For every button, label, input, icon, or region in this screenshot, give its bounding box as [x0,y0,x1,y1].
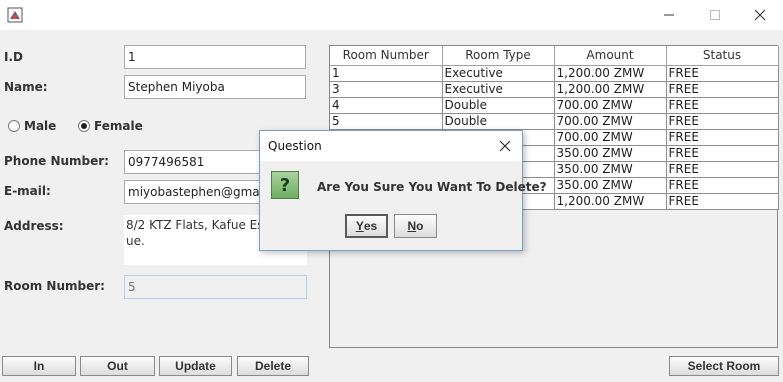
phone-label: Phone Number: [4,154,109,168]
cell-room-type: Executive [441,64,555,82]
table-row[interactable]: 1 Executive 1,200.00 ZMW FREE [330,64,779,82]
male-radio-label: Male [24,119,57,133]
select-room-button[interactable]: Select Room [669,356,779,376]
table-row[interactable]: 5 Double 700.00 ZMW FREE [330,112,779,130]
email-label: E-mail: [4,184,51,198]
delete-confirm-dialog[interactable]: Question ? Are You Sure You Want To Dele… [259,130,547,251]
close-icon [754,9,766,21]
phone-field[interactable]: 0977496581 [124,150,264,174]
title-bar [0,0,783,30]
dialog-title: Question [268,139,322,153]
cell-room-number: 1 [330,64,443,82]
yes-button[interactable]: Yes [345,214,388,238]
no-button[interactable]: No [394,214,437,238]
id-field[interactable]: 1 [124,45,306,69]
maximize-icon [710,10,720,20]
room-number-label: Room Number: [4,279,105,293]
minimize-button[interactable] [646,0,692,30]
cell-amount: 700.00 ZMW [553,112,667,130]
cell-status: FREE [665,144,779,162]
cell-status: FREE [665,192,779,210]
room-number-field: 5 [124,275,307,299]
address-label: Address: [4,219,64,233]
yes-mnemonic: Y [355,219,364,233]
yes-label-rest: es [363,219,378,233]
male-radio-circle [8,120,20,132]
maximize-button[interactable] [692,0,738,30]
cell-amount: 1,200.00 ZMW [553,192,667,210]
cell-status: FREE [665,128,779,146]
cell-status: FREE [665,176,779,194]
cell-room-number: 3 [330,80,443,98]
no-label-rest: o [416,219,424,233]
header-status[interactable]: Status [665,46,779,66]
dialog-message: Are You Sure You Want To Delete? [317,180,547,194]
cell-amount: 1,200.00 ZMW [553,64,667,82]
in-button[interactable]: In [2,356,76,376]
cell-amount: 700.00 ZMW [553,128,667,146]
cell-status: FREE [665,64,779,82]
female-radio-circle [78,120,90,132]
cell-amount: 700.00 ZMW [553,96,667,114]
close-window-button[interactable] [737,0,783,30]
out-button[interactable]: Out [80,356,155,376]
name-label: Name: [4,80,48,94]
java-app-icon [7,7,23,23]
header-amount[interactable]: Amount [553,46,667,66]
minimize-icon [664,14,674,16]
cell-amount: 1,200.00 ZMW [553,80,667,98]
dialog-title-bar: Question [260,131,522,161]
cell-status: FREE [665,160,779,178]
cell-amount: 350.00 ZMW [553,160,667,178]
cell-room-number: 5 [330,112,443,130]
cell-room-type: Double [441,96,555,114]
cell-status: FREE [665,80,779,98]
cell-room-number: 4 [330,96,443,114]
female-radio-label: Female [94,119,143,133]
cell-amount: 350.00 ZMW [553,144,667,162]
question-icon: ? [271,171,299,199]
dialog-close-button[interactable] [496,137,514,155]
female-radio[interactable]: Female [78,119,143,133]
header-room-type[interactable]: Room Type [441,46,555,66]
cell-status: FREE [665,112,779,130]
table-row[interactable]: 4 Double 700.00 ZMW FREE [330,96,779,114]
email-field[interactable]: miyobastephen@gmail.c [124,180,264,204]
cell-amount: 350.00 ZMW [553,176,667,194]
male-radio[interactable]: Male [8,119,56,133]
update-button[interactable]: Update [159,356,232,376]
close-icon [499,140,511,152]
cell-room-type: Executive [441,80,555,98]
table-header-row: Room Number Room Type Amount Status [330,46,779,66]
cell-room-type: Double [441,112,555,130]
header-room-number[interactable]: Room Number [330,46,443,66]
table-row[interactable]: 3 Executive 1,200.00 ZMW FREE [330,80,779,98]
no-mnemonic: N [407,219,417,233]
name-field[interactable]: Stephen Miyoba [124,75,306,99]
delete-button[interactable]: Delete [237,356,309,376]
cell-status: FREE [665,96,779,114]
id-label: I.D [4,50,23,64]
